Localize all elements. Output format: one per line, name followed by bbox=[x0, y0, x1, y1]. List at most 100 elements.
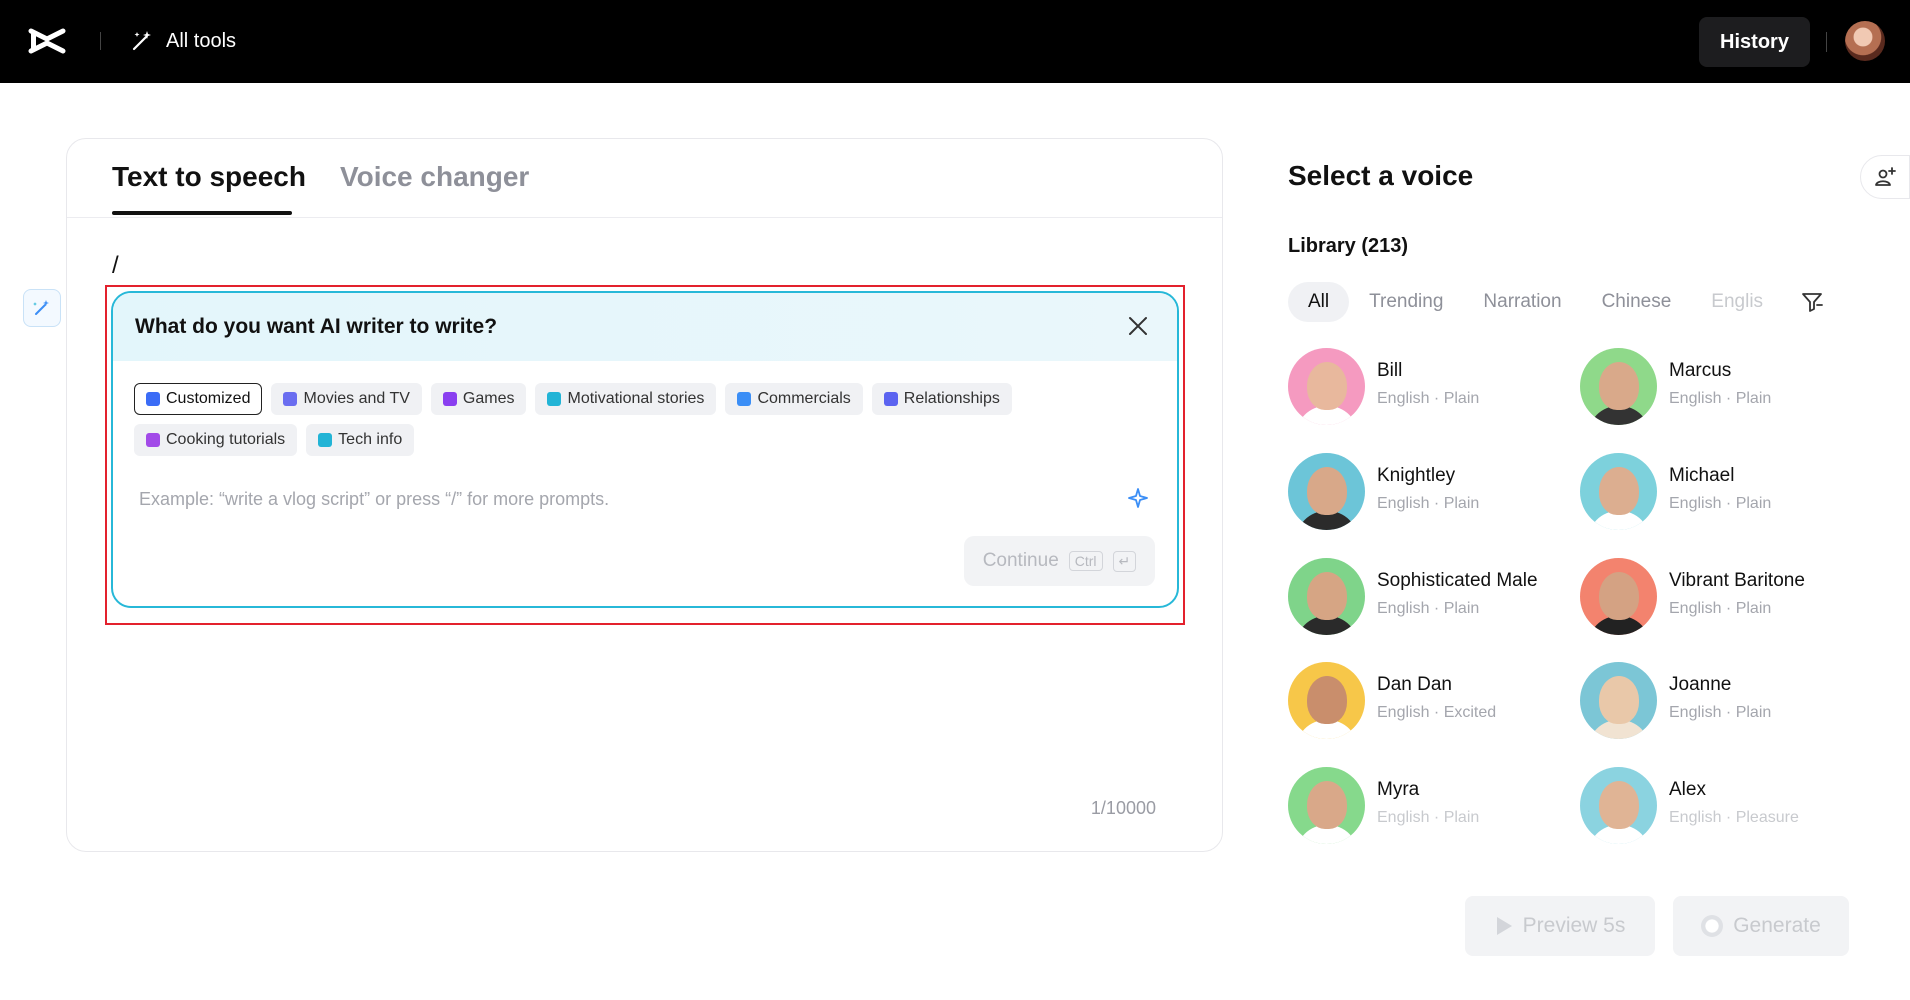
chip-tech-info[interactable]: Tech info bbox=[306, 424, 415, 456]
history-button[interactable]: History bbox=[1699, 17, 1810, 67]
user-upload-icon bbox=[1875, 167, 1896, 186]
filter-narration[interactable]: Narration bbox=[1463, 282, 1581, 322]
shortcut-ctrl: Ctrl bbox=[1068, 551, 1103, 571]
voice-meta: English · Plain bbox=[1377, 600, 1480, 617]
filter-chinese[interactable]: Chinese bbox=[1582, 282, 1692, 322]
avatar bbox=[1288, 767, 1365, 844]
prompt-input[interactable]: Example: “write a vlog script” or press … bbox=[139, 489, 609, 510]
avatar bbox=[1580, 558, 1657, 635]
person-flag-icon bbox=[547, 392, 562, 406]
top-bar: All tools History bbox=[0, 0, 1910, 83]
people-icon bbox=[883, 392, 898, 406]
avatar bbox=[1288, 348, 1365, 425]
chip-label: Tech info bbox=[338, 431, 403, 448]
filter-english[interactable]: Englis bbox=[1691, 282, 1783, 322]
voice-card-bill[interactable]: Bill English · Plain bbox=[1288, 348, 1568, 426]
chip-cooking-tutorials[interactable]: Cooking tutorials bbox=[134, 424, 298, 456]
divider bbox=[1826, 32, 1827, 52]
voice-card-knightley[interactable]: Knightley English · Plain bbox=[1288, 453, 1568, 531]
divider bbox=[67, 217, 1222, 218]
preview-button[interactable]: Preview 5s bbox=[1465, 896, 1655, 956]
avatar bbox=[1580, 348, 1657, 425]
magic-wand-icon bbox=[132, 31, 151, 51]
user-avatar[interactable] bbox=[1845, 21, 1885, 61]
voice-meta: English · Plain bbox=[1669, 390, 1772, 407]
voice-meta: English · Plain bbox=[1669, 704, 1772, 721]
library-label: Library (213) bbox=[1288, 235, 1409, 257]
clapperboard-icon bbox=[283, 392, 298, 406]
divider bbox=[100, 32, 101, 50]
voice-name: Knightley bbox=[1377, 465, 1456, 486]
voice-name: Dan Dan bbox=[1377, 674, 1452, 695]
close-icon[interactable] bbox=[1127, 315, 1149, 337]
chip-motivational-stories[interactable]: Motivational stories bbox=[535, 383, 717, 415]
capcut-logo-icon[interactable] bbox=[28, 24, 66, 58]
voice-card-marcus[interactable]: Marcus English · Plain bbox=[1580, 348, 1860, 426]
chip-label: Customized bbox=[166, 390, 251, 407]
avatar bbox=[1580, 662, 1657, 739]
chip-relationships[interactable]: Relationships bbox=[871, 383, 1012, 415]
avatar bbox=[1580, 767, 1657, 844]
gamepad-icon bbox=[442, 392, 457, 406]
ai-writer-toggle[interactable] bbox=[23, 289, 61, 327]
generate-label: Generate bbox=[1733, 914, 1821, 937]
sparkle-icon bbox=[1128, 488, 1148, 508]
script-text[interactable]: / bbox=[112, 252, 119, 280]
voice-card-sophisticated-male[interactable]: Sophisticated Male English · Plain bbox=[1288, 558, 1568, 636]
ai-writer-title: What do you want AI writer to write? bbox=[135, 315, 498, 338]
continue-label: Continue bbox=[982, 550, 1059, 571]
voice-meta: English · Plain bbox=[1377, 390, 1480, 407]
voice-card-dan-dan[interactable]: Dan Dan English · Excited bbox=[1288, 662, 1568, 740]
chip-customized[interactable]: Customized bbox=[134, 383, 263, 415]
voice-name: Alex bbox=[1669, 779, 1706, 800]
select-voice-title: Select a voice bbox=[1288, 160, 1474, 191]
chip-label: Cooking tutorials bbox=[166, 431, 286, 448]
chip-commercials[interactable]: Commercials bbox=[725, 383, 863, 415]
voice-name: Michael bbox=[1669, 465, 1735, 486]
voice-card-vibrant-baritone[interactable]: Vibrant Baritone English · Plain bbox=[1580, 558, 1860, 636]
avatar bbox=[1288, 662, 1365, 739]
filter-all[interactable]: All bbox=[1288, 282, 1350, 322]
voice-meta: English · Excited bbox=[1377, 704, 1497, 721]
enter-key-icon: ↵ bbox=[1112, 550, 1137, 572]
filter-trending[interactable]: Trending bbox=[1349, 282, 1463, 322]
voice-meta: English · Pleasure bbox=[1669, 809, 1799, 826]
voice-name: Sophisticated Male bbox=[1377, 570, 1538, 591]
tab-text-to-speech[interactable]: Text to speech bbox=[112, 161, 306, 193]
voice-meta: English · Plain bbox=[1377, 809, 1480, 826]
chip-label: Commercials bbox=[757, 390, 851, 407]
generate-icon bbox=[1701, 915, 1724, 937]
play-icon bbox=[1496, 917, 1512, 935]
active-tab-indicator bbox=[112, 211, 292, 215]
rocket-icon bbox=[318, 433, 333, 447]
filter-icon[interactable] bbox=[1800, 290, 1824, 314]
generate-button[interactable]: Generate bbox=[1673, 896, 1849, 956]
preview-label: Preview 5s bbox=[1522, 914, 1626, 937]
tab-voice-changer[interactable]: Voice changer bbox=[340, 161, 529, 193]
voice-card-michael[interactable]: Michael English · Plain bbox=[1580, 453, 1860, 531]
chip-label: Games bbox=[462, 390, 515, 407]
ai-writer-popup: What do you want AI writer to write? Cus… bbox=[111, 291, 1179, 608]
avatar bbox=[1580, 453, 1657, 530]
edit-icon bbox=[146, 392, 160, 406]
avatar bbox=[1288, 453, 1365, 530]
chip-movies-tv[interactable]: Movies and TV bbox=[271, 383, 422, 415]
voice-name: Myra bbox=[1377, 779, 1420, 800]
cup-icon bbox=[146, 433, 160, 447]
character-counter: 1/10000 bbox=[1090, 798, 1156, 818]
voice-name: Marcus bbox=[1669, 360, 1732, 381]
add-voice-button[interactable] bbox=[1860, 155, 1910, 199]
voice-card-myra[interactable]: Myra English · Plain bbox=[1288, 767, 1568, 845]
avatar bbox=[1288, 558, 1365, 635]
prompt-category-chips: Customized Movies and TV Games Motivatio… bbox=[134, 383, 1134, 456]
voice-card-alex[interactable]: Alex English · Pleasure bbox=[1580, 767, 1860, 845]
chip-label: Relationships bbox=[903, 390, 1000, 407]
continue-button[interactable]: Continue Ctrl ↵ bbox=[964, 536, 1155, 586]
voice-meta: English · Plain bbox=[1669, 495, 1772, 512]
chip-games[interactable]: Games bbox=[430, 383, 527, 415]
all-tools-link[interactable]: All tools bbox=[130, 24, 236, 58]
voice-filter-tabs: All Trending Narration Chinese Englis bbox=[1288, 282, 1808, 322]
voice-card-joanne[interactable]: Joanne English · Plain bbox=[1580, 662, 1860, 740]
voice-name: Bill bbox=[1377, 360, 1403, 381]
voice-name: Joanne bbox=[1669, 674, 1732, 695]
